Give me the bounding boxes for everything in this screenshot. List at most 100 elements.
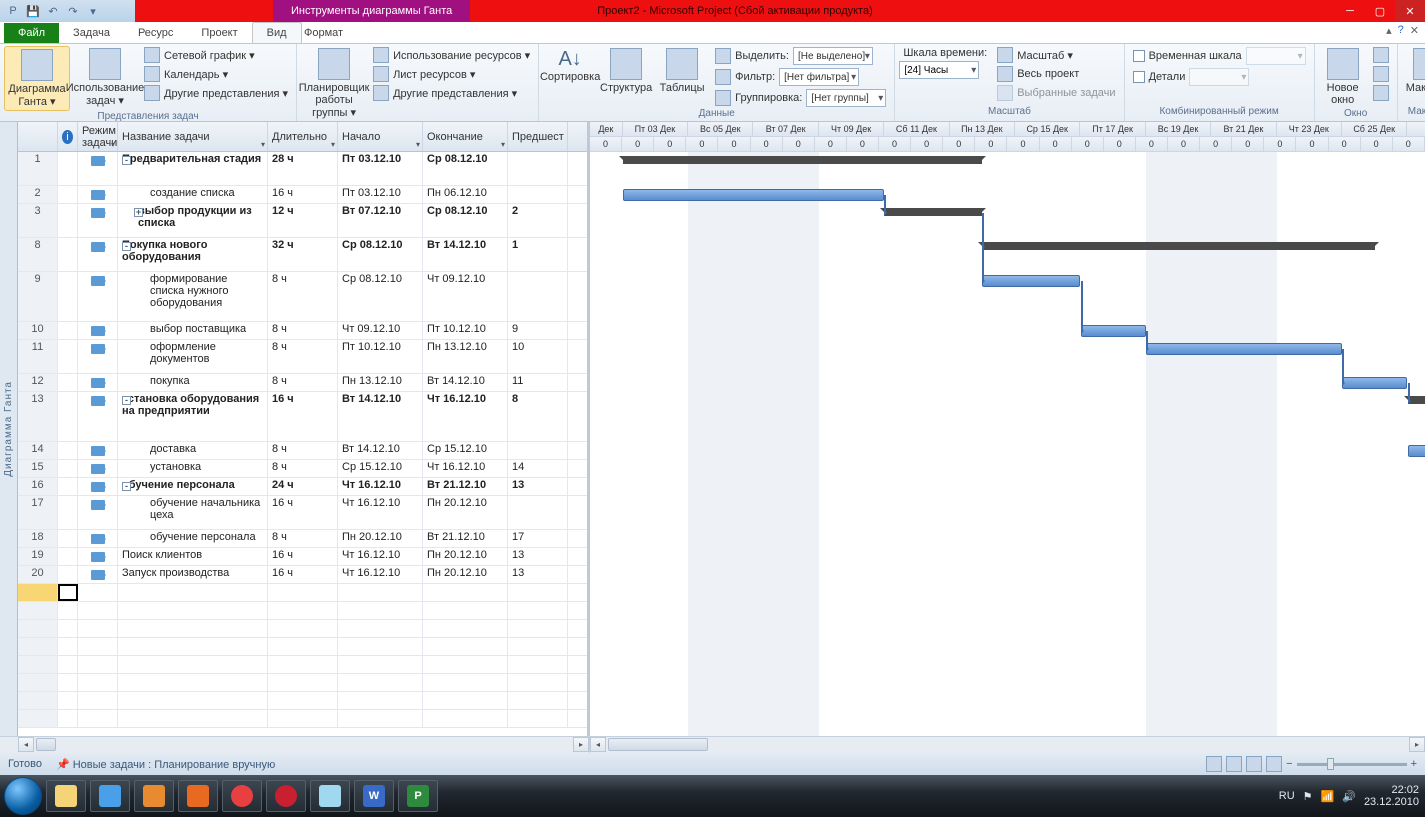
tray-flag-icon[interactable]: ⚑ <box>1303 790 1313 803</box>
scroll-left-icon[interactable]: ◂ <box>18 737 34 752</box>
qat-dropdown-icon[interactable]: ▾ <box>84 2 102 20</box>
table-row-selected[interactable] <box>18 584 587 602</box>
taskbar-opera[interactable] <box>266 780 306 812</box>
gantt-scrollbar[interactable]: ◂ ▸ <box>590 737 1425 753</box>
selected-tasks-button[interactable]: Выбранные задачи <box>993 84 1119 102</box>
scroll-left-icon[interactable]: ◂ <box>590 737 606 752</box>
summary-bar[interactable] <box>884 208 982 216</box>
entire-project-button[interactable]: Весь проект <box>993 65 1119 83</box>
minimize-icon[interactable]: ─ <box>1335 0 1365 22</box>
table-row[interactable]: 18 обучение персонала 8 ч Пн 20.12.10 Вт… <box>18 530 587 548</box>
task-bar[interactable] <box>982 275 1080 287</box>
switch-windows-button[interactable] <box>1369 46 1393 64</box>
task-bar[interactable] <box>623 189 885 201</box>
minimize-ribbon-icon[interactable]: ▴ <box>1386 24 1392 37</box>
task-bar[interactable] <box>1342 377 1407 389</box>
scroll-right-icon[interactable]: ▸ <box>1409 737 1425 752</box>
redo-icon[interactable]: ↷ <box>64 2 82 20</box>
tray-lang[interactable]: RU <box>1279 790 1295 802</box>
team-planner-button[interactable]: Планировщик работы группы ▾ <box>301 46 367 121</box>
table-body[interactable]: 1 -Предварительная стадия 28 ч Пт 03.12.… <box>18 152 587 736</box>
tab-project[interactable]: Проект <box>187 23 251 43</box>
timeline-select[interactable] <box>1246 47 1306 65</box>
network-diagram-button[interactable]: Сетевой график ▾ <box>140 46 292 64</box>
undo-icon[interactable]: ↶ <box>44 2 62 20</box>
table-row[interactable]: 8 -Покупка нового оборудования 32 ч Ср 0… <box>18 238 587 272</box>
details-check[interactable]: Детали <box>1129 67 1310 87</box>
zoom-slider[interactable] <box>1297 763 1407 766</box>
task-bar[interactable] <box>1146 343 1342 355</box>
save-icon[interactable]: 💾 <box>24 2 42 20</box>
gantt-body[interactable] <box>590 152 1425 736</box>
col-duration[interactable]: Длительно▾ <box>268 122 338 151</box>
task-usage-button[interactable]: Использование задач ▾ <box>72 46 138 109</box>
taskbar-firefox[interactable] <box>178 780 218 812</box>
table-row[interactable]: 13 -установка оборудования на предприяти… <box>18 392 587 442</box>
table-row[interactable]: 20 Запуск производства 16 ч Чт 16.12.10 … <box>18 566 587 584</box>
table-row[interactable]: 12 покупка 8 ч Пн 13.12.10 Вт 14.12.10 1… <box>18 374 587 392</box>
hide-button[interactable] <box>1369 84 1393 102</box>
zoom-in-icon[interactable]: + <box>1411 758 1417 770</box>
tray-network-icon[interactable]: 📶 <box>1321 790 1335 803</box>
group-select[interactable]: [Нет группы] <box>806 89 886 107</box>
outline-button[interactable]: Структура <box>599 46 653 96</box>
table-row[interactable]: 1 -Предварительная стадия 28 ч Пт 03.12.… <box>18 152 587 186</box>
view-team-icon[interactable] <box>1246 756 1262 772</box>
details-select[interactable] <box>1189 68 1249 86</box>
taskbar-ie[interactable] <box>90 780 130 812</box>
new-window-button[interactable]: Новое окно <box>1319 46 1367 108</box>
scroll-thumb[interactable] <box>36 738 56 751</box>
summary-bar[interactable] <box>623 156 983 164</box>
table-row[interactable]: 14 доставка 8 ч Вт 14.12.10 Ср 15.12.10 <box>18 442 587 460</box>
timeline-check[interactable]: Временная шкала <box>1129 46 1310 66</box>
start-button[interactable] <box>4 777 42 815</box>
arrange-button[interactable] <box>1369 65 1393 83</box>
table-row[interactable]: 10 выбор поставщика 8 ч Чт 09.12.10 Пт 1… <box>18 322 587 340</box>
taskbar-explorer[interactable] <box>46 780 86 812</box>
scroll-thumb[interactable] <box>608 738 708 751</box>
table-row[interactable]: 19 Поиск клиентов 16 ч Чт 16.12.10 Пн 20… <box>18 548 587 566</box>
contextual-tab[interactable]: Инструменты диаграммы Ганта <box>273 0 470 22</box>
tab-file[interactable]: Файл <box>4 23 59 43</box>
col-finish[interactable]: Окончание▾ <box>423 122 508 151</box>
col-indicators[interactable]: i <box>58 122 78 151</box>
col-task-mode[interactable]: Режим задачи▾ <box>78 122 118 151</box>
tab-task[interactable]: Задача <box>59 23 124 43</box>
timescale-select[interactable]: [24] Часы <box>899 61 979 79</box>
table-row[interactable]: 2 создание списка 16 ч Пт 03.12.10 Пн 06… <box>18 186 587 204</box>
close-icon[interactable]: ✕ <box>1395 0 1425 22</box>
taskbar-chrome[interactable] <box>222 780 262 812</box>
table-row[interactable]: 15 установка 8 ч Ср 15.12.10 Чт 16.12.10… <box>18 460 587 478</box>
col-start[interactable]: Начало▾ <box>338 122 423 151</box>
table-row[interactable]: 16 -обучение персонала 24 ч Чт 16.12.10 … <box>18 478 587 496</box>
taskbar-word[interactable]: W <box>354 780 394 812</box>
tray-clock[interactable]: 22:02 23.12.2010 <box>1364 784 1419 808</box>
task-bar[interactable] <box>1081 325 1146 337</box>
help-icon[interactable]: ? <box>1398 24 1404 37</box>
maximize-icon[interactable]: ▢ <box>1365 0 1395 22</box>
zoom-out-icon[interactable]: − <box>1286 758 1292 770</box>
summary-bar[interactable] <box>982 242 1374 250</box>
calendar-button[interactable]: Календарь ▾ <box>140 65 292 83</box>
table-row[interactable]: 11 оформление документов 8 ч Пт 10.12.10… <box>18 340 587 374</box>
tab-format[interactable]: Формат <box>290 23 357 43</box>
status-mode[interactable]: 📌 Новые задачи : Планирование вручную <box>56 758 275 771</box>
table-row[interactable]: 9 формирование списка нужного оборудован… <box>18 272 587 322</box>
view-gantt-icon[interactable] <box>1206 756 1222 772</box>
system-tray[interactable]: RU ⚑ 📶 🔊 22:02 23.12.2010 <box>1279 784 1419 808</box>
tray-volume-icon[interactable]: 🔊 <box>1342 790 1356 803</box>
taskbar-project[interactable]: P <box>398 780 438 812</box>
col-row-number[interactable] <box>18 122 58 151</box>
task-bar[interactable] <box>1408 445 1425 457</box>
gantt-chart-button[interactable]: Диаграмма Ганта ▾ <box>4 46 70 111</box>
filter-select[interactable]: [Нет фильтра] <box>779 68 859 86</box>
doc-close-icon[interactable]: ✕ <box>1410 24 1419 37</box>
table-row[interactable]: 3 +выбор продукции из списка 12 ч Вт 07.… <box>18 204 587 238</box>
tables-button[interactable]: Таблицы <box>655 46 709 96</box>
table-row[interactable]: 17 обучение начальника цеха 16 ч Чт 16.1… <box>18 496 587 530</box>
macros-button[interactable]: Макросы <box>1402 46 1425 96</box>
gantt-timescale[interactable]: ДекПт 03 ДекВс 05 ДекВт 07 ДекЧт 09 ДекС… <box>590 122 1425 152</box>
table-scrollbar[interactable]: ◂ ▸ <box>0 737 590 753</box>
taskbar-wmp[interactable] <box>134 780 174 812</box>
other-resource-views-button[interactable]: Другие представления ▾ <box>369 84 534 102</box>
